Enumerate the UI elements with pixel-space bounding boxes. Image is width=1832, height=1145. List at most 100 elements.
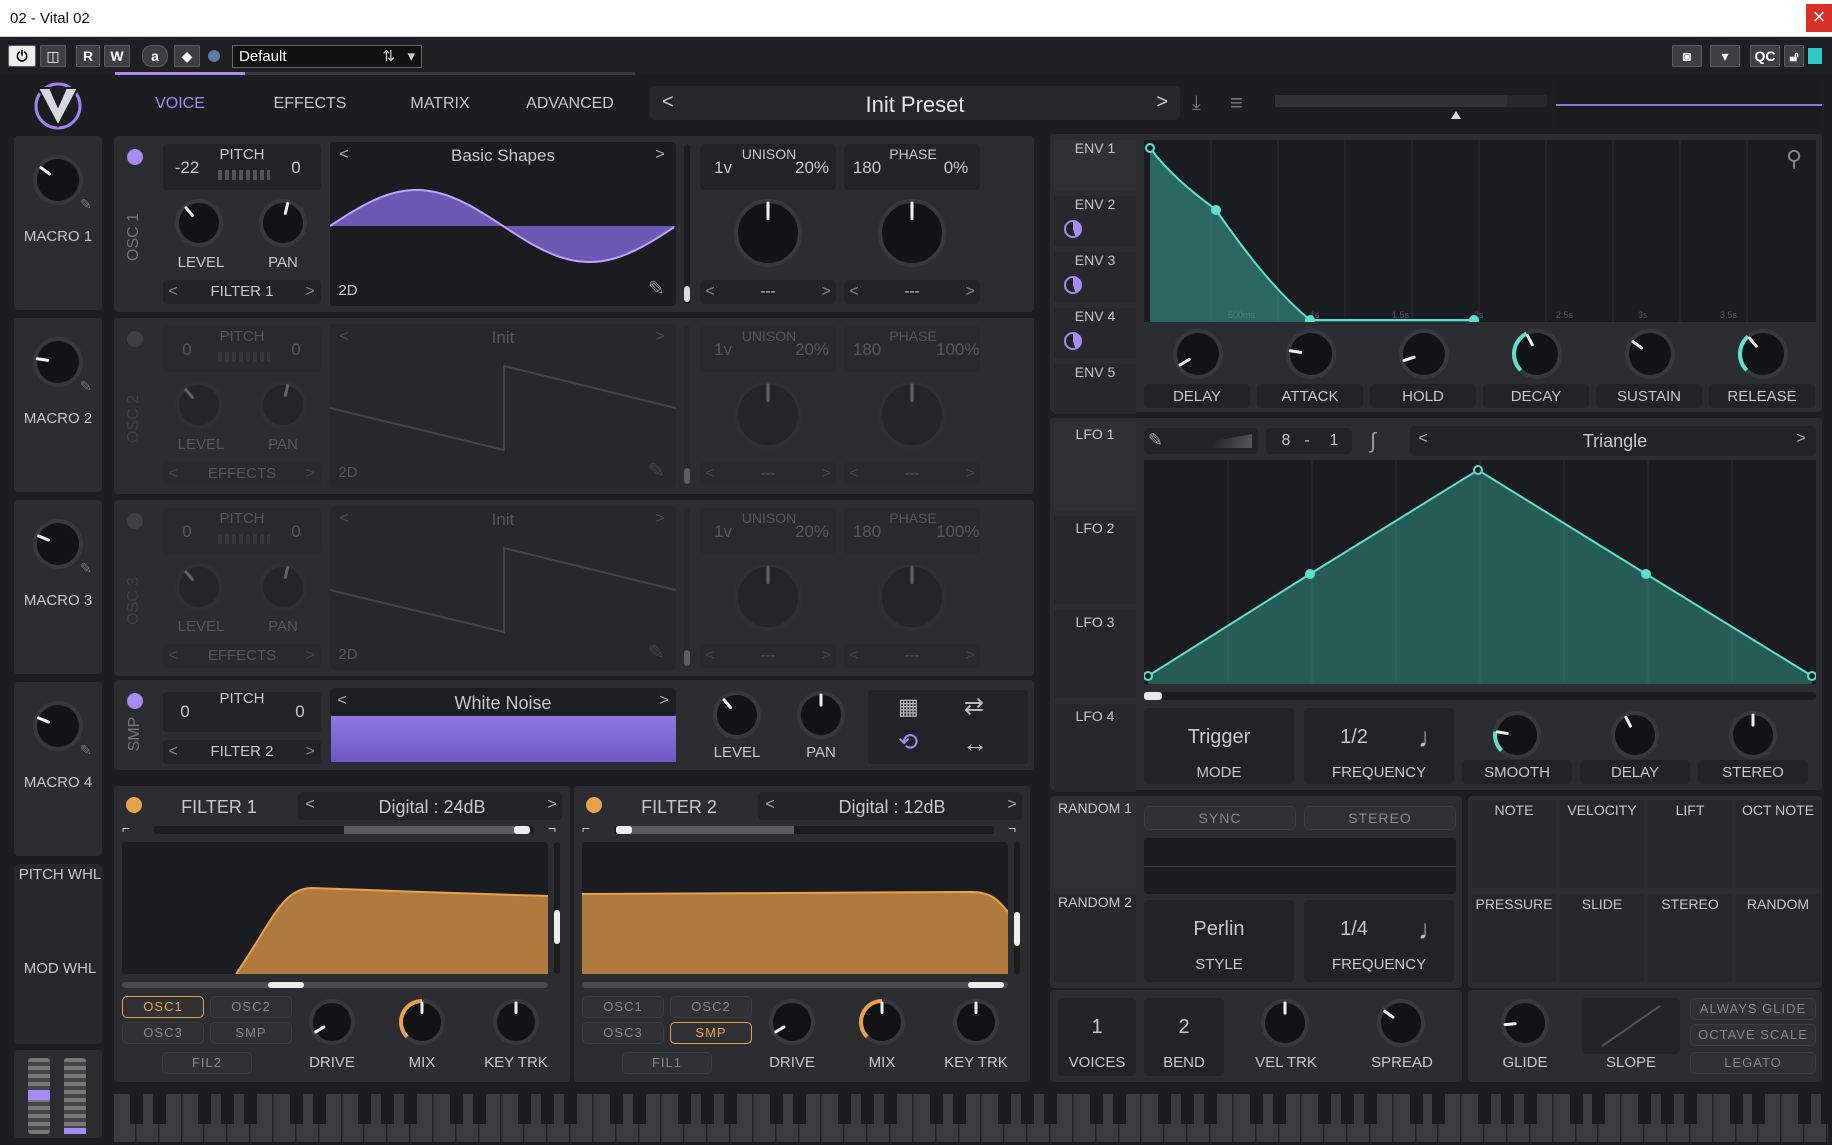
osc1-phase-right[interactable]: 0% (936, 158, 976, 178)
filter2-resonance-handle[interactable] (1014, 912, 1020, 946)
piano-key[interactable] (449, 1094, 463, 1124)
random-frequency-value[interactable]: 1/4 (1304, 918, 1404, 941)
piano-key[interactable] (1432, 1094, 1446, 1124)
osc1-unison-select-value[interactable]: --- (730, 283, 806, 300)
osc1-pan-knob[interactable] (258, 198, 308, 248)
piano-key[interactable] (381, 1094, 395, 1124)
osc2-phase-next-icon[interactable]: > (962, 465, 978, 483)
osc2-route-next-icon[interactable]: > (302, 465, 318, 483)
filter1-type-value[interactable]: Digital : 24dB (324, 797, 540, 818)
osc3-unison-knob[interactable] (733, 562, 803, 632)
macro-knob[interactable] (32, 336, 84, 388)
random-style-value[interactable]: Perlin (1144, 918, 1294, 941)
env-tab-label[interactable]: ENV 2 (1054, 196, 1136, 212)
piano-key[interactable] (1729, 1094, 1743, 1124)
filter2-source-osc3[interactable]: OSC3 (582, 1022, 664, 1044)
bend-value[interactable]: 2 (1144, 1016, 1224, 1039)
lfo-mode-value[interactable]: Trigger (1144, 726, 1294, 749)
osc3-unison-right[interactable]: 20% (792, 522, 832, 542)
env-tab-label[interactable]: ENV 5 (1054, 364, 1136, 380)
piano-key[interactable] (1089, 1094, 1103, 1124)
osc3-phase-select-value[interactable]: --- (874, 647, 950, 664)
snapshot-button[interactable]: ◙ (1672, 45, 1702, 67)
osc1-unison-knob[interactable] (733, 198, 803, 268)
read-automation-button[interactable]: R (76, 45, 100, 67)
osc1-route-prev-icon[interactable]: < (165, 283, 181, 301)
piano-key[interactable] (952, 1094, 966, 1124)
osc2-power-toggle[interactable] (127, 331, 143, 347)
close-button[interactable]: × (1806, 4, 1832, 32)
osc2-phase-prev-icon[interactable]: < (846, 465, 862, 483)
piano-key[interactable] (1341, 1094, 1355, 1124)
piano-key[interactable] (1409, 1094, 1423, 1124)
osc2-pitch-left[interactable]: 0 (170, 340, 204, 360)
macro-knob[interactable] (32, 518, 84, 570)
lowpass-icon[interactable]: ⌐ (582, 820, 590, 836)
macro-knob[interactable] (32, 154, 84, 206)
piano-key[interactable] (541, 1094, 555, 1124)
osc3-frame-handle[interactable] (684, 650, 690, 666)
power-button[interactable]: ⏻ (8, 45, 36, 67)
smp-power-toggle[interactable] (127, 693, 143, 709)
lfo-frequency-value[interactable]: 1/2 (1304, 726, 1404, 749)
lowpass-icon[interactable]: ⌐ (122, 820, 130, 836)
filter1-power-toggle[interactable] (126, 797, 142, 813)
lfo-tab-label[interactable]: LFO 4 (1054, 708, 1136, 724)
osc2-unison-select-value[interactable]: --- (730, 465, 806, 482)
random-stereo-button[interactable]: STEREO (1304, 806, 1456, 830)
filter2-resonance-slider[interactable] (1014, 842, 1020, 974)
piano-key[interactable] (998, 1094, 1012, 1124)
piano-key[interactable] (769, 1094, 783, 1124)
env-tab-label[interactable]: ENV 3 (1054, 252, 1136, 268)
filter1-type-next-icon[interactable]: > (544, 796, 560, 814)
piano-key[interactable] (1158, 1094, 1172, 1124)
osc2-level-knob[interactable] (174, 380, 224, 430)
spread-knob[interactable] (1376, 998, 1426, 1048)
osc3-unison-left[interactable]: 1v (706, 522, 740, 542)
piano-key[interactable] (244, 1094, 258, 1124)
lfo-phase-bar[interactable] (1144, 692, 1816, 700)
lfo-tempo-num[interactable]: 8 (1276, 432, 1296, 450)
osc3-phase-left[interactable]: 180 (850, 522, 884, 542)
preset-browser[interactable]: < Init Preset > (650, 86, 1180, 120)
filter2-response-graph[interactable] (581, 842, 1009, 974)
host-indicator[interactable] (1808, 48, 1822, 64)
osc1-level-knob[interactable] (174, 198, 224, 248)
piano-key[interactable] (1249, 1094, 1263, 1124)
piano-key[interactable] (289, 1094, 303, 1124)
write-automation-button[interactable]: W (104, 45, 130, 67)
lock-button[interactable]: 🔓︎ (1784, 45, 1804, 67)
macro-knob[interactable] (32, 700, 84, 752)
highpass-icon[interactable]: ¬ (548, 820, 556, 836)
osc1-unison-prev-icon[interactable]: < (702, 283, 718, 301)
osc3-phase-right[interactable]: 100% (936, 522, 979, 542)
filter1-source-smp[interactable]: SMP (210, 1022, 292, 1044)
piano-key[interactable] (1821, 1094, 1832, 1124)
piano-key[interactable] (1752, 1094, 1766, 1124)
chevron-down-icon[interactable]: ▾ (407, 46, 415, 67)
piano-key[interactable] (472, 1094, 486, 1124)
sample-prev-icon[interactable]: < (334, 692, 350, 710)
tab-advanced[interactable]: ADVANCED (520, 95, 620, 113)
filter2-keytrk-knob[interactable] (952, 998, 1000, 1046)
filter2-source-osc2[interactable]: OSC2 (670, 996, 752, 1018)
osc1-power-toggle[interactable] (127, 149, 143, 165)
osc3-unison-prev-icon[interactable]: < (702, 647, 718, 665)
osc3-phase-prev-icon[interactable]: < (846, 647, 862, 665)
piano-key[interactable] (312, 1094, 326, 1124)
tab-matrix[interactable]: MATRIX (400, 95, 480, 113)
osc1-phase-select-value[interactable]: --- (874, 283, 950, 300)
osc2-phase-select-value[interactable]: --- (874, 465, 950, 482)
osc2-unison-prev-icon[interactable]: < (702, 465, 718, 483)
filter2-power-toggle[interactable] (586, 797, 602, 813)
filter2-cutoff-slider[interactable] (582, 982, 1008, 988)
piano-key[interactable] (1638, 1094, 1652, 1124)
filter2-type-next-icon[interactable]: > (1004, 796, 1020, 814)
filter1-source-osc2[interactable]: OSC2 (210, 996, 292, 1018)
piano-key[interactable] (1569, 1094, 1583, 1124)
random-note-icon[interactable]: ♩ (1418, 914, 1446, 946)
piano-key[interactable] (678, 1094, 692, 1124)
filter2-mix-knob[interactable] (858, 998, 906, 1046)
piano-key[interactable] (358, 1094, 372, 1124)
osc3-route-prev-icon[interactable]: < (165, 647, 181, 665)
